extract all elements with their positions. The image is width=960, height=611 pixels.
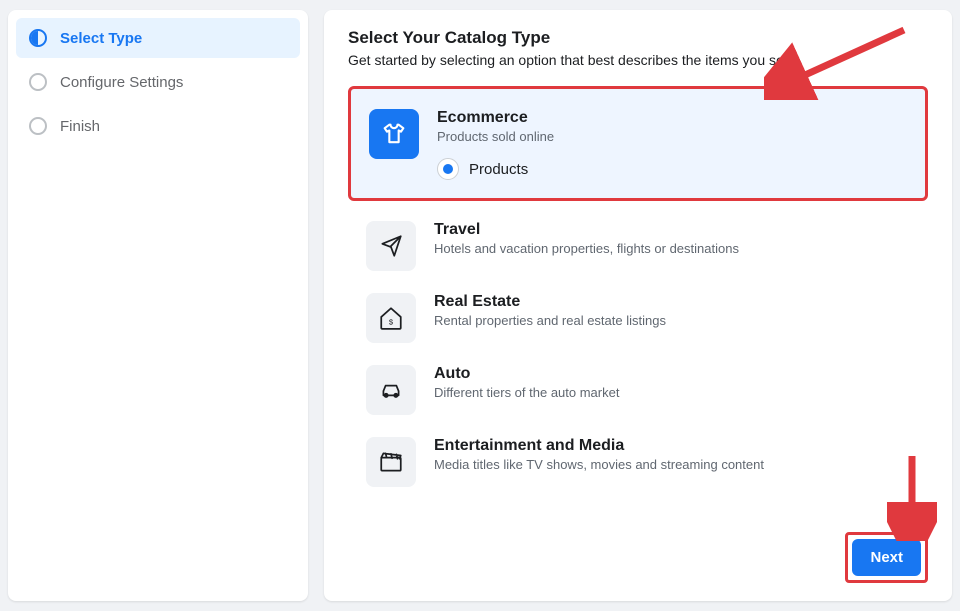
- option-title: Auto: [434, 365, 910, 383]
- option-desc: Rental properties and real estate listin…: [434, 313, 910, 328]
- option-travel[interactable]: Travel Hotels and vacation properties, f…: [348, 219, 928, 273]
- option-real-estate[interactable]: $ Real Estate Rental properties and real…: [348, 291, 928, 345]
- footer: Next: [348, 516, 928, 583]
- step-empty-icon: [28, 116, 48, 136]
- page-subtitle: Get started by selecting an option that …: [348, 52, 928, 68]
- option-desc: Different tiers of the auto market: [434, 385, 910, 400]
- house-icon: $: [366, 293, 416, 343]
- option-title: Real Estate: [434, 293, 910, 311]
- tshirt-icon: [369, 109, 419, 159]
- sidebar-item-label: Select Type: [60, 30, 142, 47]
- sidebar-item-select-type[interactable]: Select Type: [16, 18, 300, 58]
- radio-selected-icon: [437, 158, 459, 180]
- car-icon: [366, 365, 416, 415]
- option-desc: Hotels and vacation properties, flights …: [434, 241, 910, 256]
- option-body: Travel Hotels and vacation properties, f…: [434, 221, 910, 256]
- sidebar-item-finish[interactable]: Finish: [16, 106, 300, 146]
- catalog-type-list: Ecommerce Products sold online Products …: [348, 86, 928, 489]
- option-body: Ecommerce Products sold online Products: [437, 109, 907, 180]
- option-entertainment[interactable]: Entertainment and Media Media titles lik…: [348, 435, 928, 489]
- step-empty-icon: [28, 72, 48, 92]
- main-panel: Select Your Catalog Type Get started by …: [324, 10, 952, 601]
- svg-text:$: $: [389, 318, 394, 327]
- option-desc: Media titles like TV shows, movies and s…: [434, 457, 910, 472]
- clapperboard-icon: [366, 437, 416, 487]
- option-auto[interactable]: Auto Different tiers of the auto market: [348, 363, 928, 417]
- annotation-highlight-next: Next: [845, 532, 928, 583]
- page-title: Select Your Catalog Type: [348, 28, 928, 48]
- sidebar-item-configure-settings[interactable]: Configure Settings: [16, 62, 300, 102]
- sidebar-item-label: Finish: [60, 118, 100, 135]
- airplane-icon: [366, 221, 416, 271]
- option-body: Real Estate Rental properties and real e…: [434, 293, 910, 328]
- step-progress-icon: [28, 28, 48, 48]
- option-desc: Products sold online: [437, 129, 907, 144]
- next-button[interactable]: Next: [852, 539, 921, 576]
- option-title: Ecommerce: [437, 109, 907, 127]
- sidebar: Select Type Configure Settings Finish: [8, 10, 308, 601]
- sidebar-item-label: Configure Settings: [60, 74, 183, 91]
- option-title: Entertainment and Media: [434, 437, 910, 455]
- option-ecommerce[interactable]: Ecommerce Products sold online Products: [348, 86, 928, 201]
- option-body: Auto Different tiers of the auto market: [434, 365, 910, 400]
- option-radio-products[interactable]: Products: [437, 158, 907, 180]
- option-title: Travel: [434, 221, 910, 239]
- radio-label: Products: [469, 161, 528, 178]
- option-body: Entertainment and Media Media titles lik…: [434, 437, 910, 472]
